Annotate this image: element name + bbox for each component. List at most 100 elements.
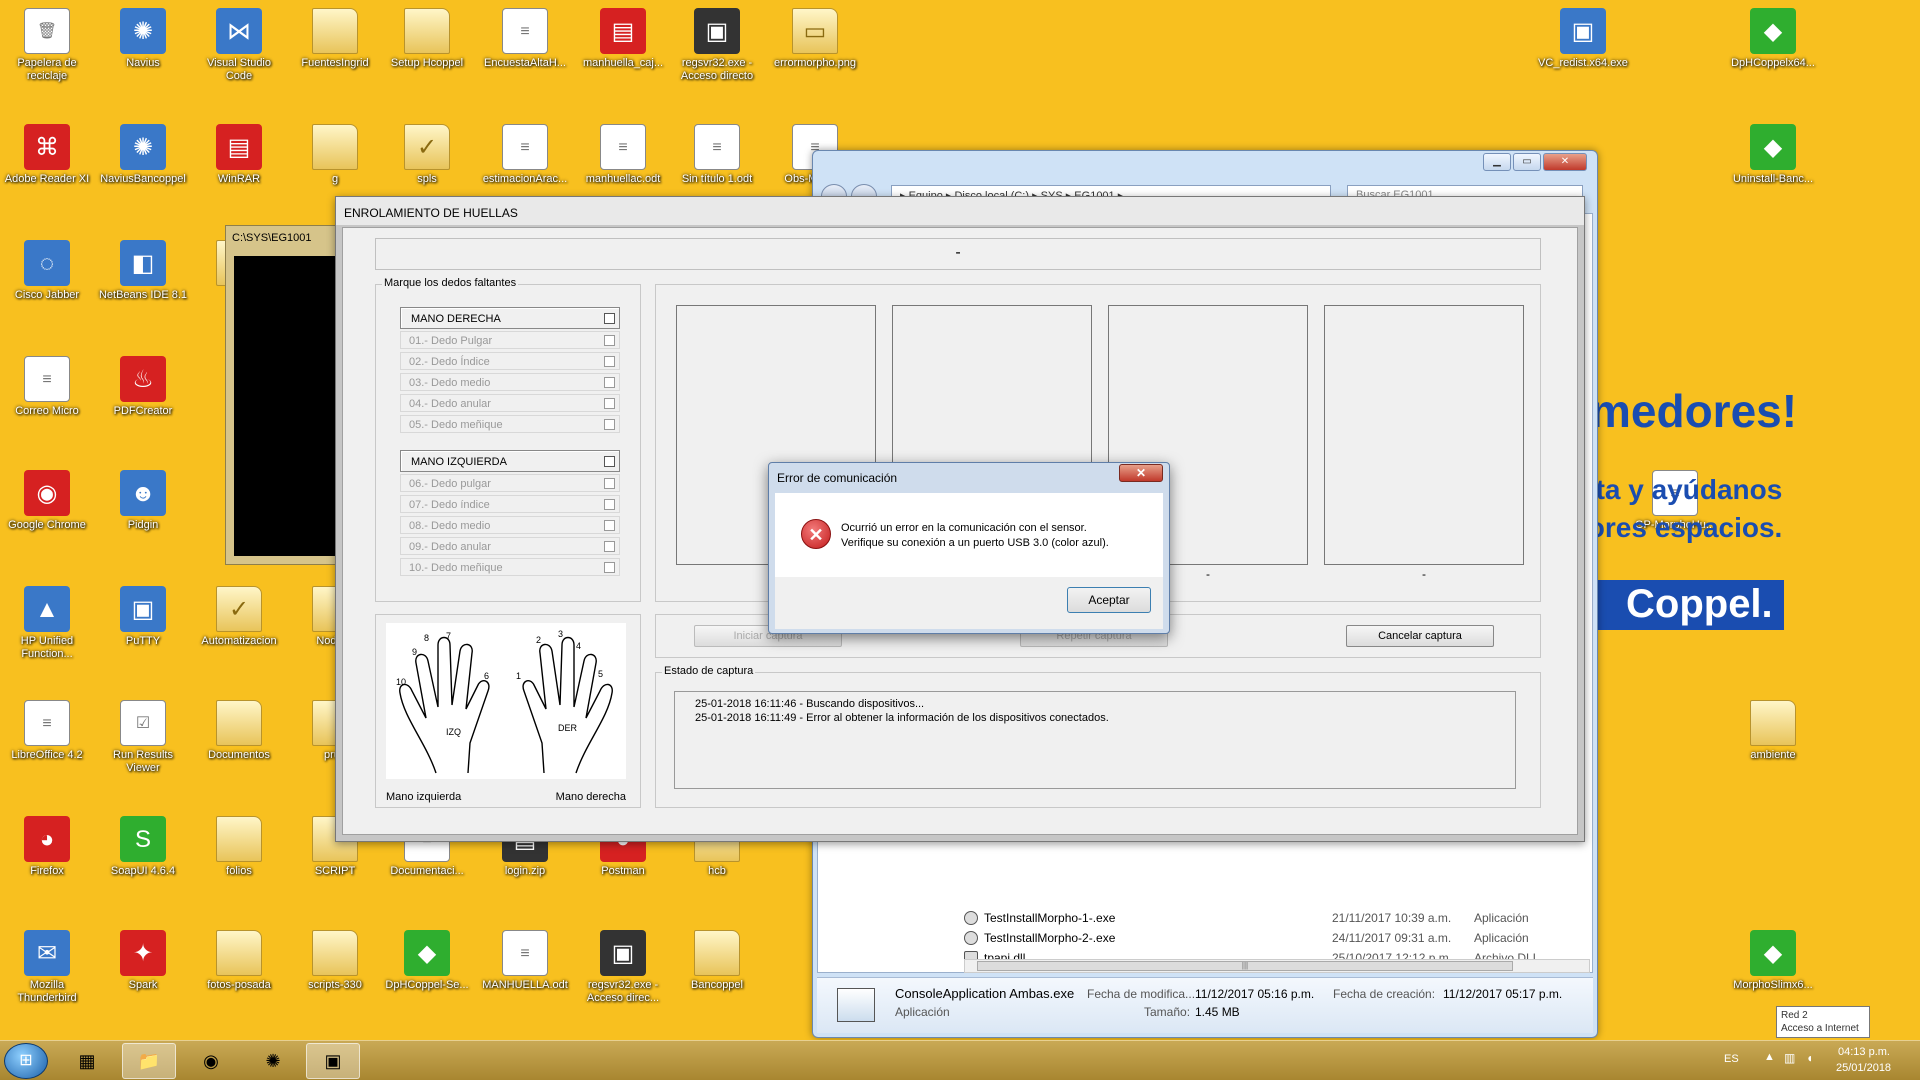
finger-checkbox[interactable]: 03.- Dedo medio [400,373,620,391]
desktop-icon[interactable]: ✓ Automatizacion [194,582,284,648]
desktop-icon[interactable]: ▣ PuTTY [98,582,188,648]
desktop-icon[interactable]: ☻ Pidgin [98,466,188,532]
details-pane: ConsoleApplication Ambas.exe Aplicación … [817,977,1593,1033]
checkbox[interactable] [604,377,615,388]
checkbox[interactable] [604,562,615,573]
finger-checkbox[interactable]: 05.- Dedo meñique [400,415,620,433]
desktop-icon[interactable]: ≡ EncuestaAltaH... [480,4,570,70]
desktop-icon[interactable]: FuentesIngrid [290,4,380,70]
taskbar-enrolment-icon[interactable]: ▣ [306,1043,360,1079]
desktop-icon[interactable]: ▲ HP Unified Function... [2,582,92,661]
language-indicator[interactable]: ES [1724,1053,1739,1065]
cancel-capture-button[interactable]: Cancelar captura [1346,625,1494,647]
horizontal-scrollbar[interactable]: ||| [964,959,1590,973]
checkbox[interactable] [604,456,615,467]
finger-checkbox[interactable]: 02.- Dedo Índice [400,352,620,370]
desktop-icon[interactable]: ✺ NaviusBancoppel [98,120,188,186]
clock-date[interactable]: 25/01/2018 [1836,1062,1891,1074]
right-hand-label: MANO DERECHA [411,313,501,325]
scrollbar-thumb[interactable]: ||| [977,961,1513,971]
file-row[interactable]: TestInstallMorpho-2-.exe 24/11/2017 09:3… [964,928,1584,948]
desktop-icon[interactable]: ▤ manhuella_caj... [578,4,668,70]
desktop-icon[interactable]: ≡ MANHUELLA.odt [480,926,570,992]
dialog-close-button[interactable]: ✕ [1119,464,1163,482]
file-row[interactable]: TestInstallMorpho-1-.exe 21/11/2017 10:3… [964,908,1584,928]
desktop-icon[interactable]: ◆ DpHCoppel-Se... [382,926,472,992]
desktop-icon[interactable]: ◉ Google Chrome [2,466,92,532]
desktop-icon[interactable]: folios [194,812,284,878]
desktop-icon[interactable]: ≡ estimacionArac... [480,120,570,186]
taskbar-explorer-icon[interactable]: 📁 [122,1043,176,1079]
desktop-icon[interactable]: g [290,120,380,186]
finger-checkbox[interactable]: 04.- Dedo anular [400,394,620,412]
desktop-icon[interactable]: ✉ Mozilla Thunderbird [2,926,92,1005]
desktop-icon[interactable]: ◧ NetBeans IDE 8.1 [98,236,188,302]
desktop-icon[interactable]: ≡ LibreOffice 4.2 [2,696,92,762]
maximize-button[interactable]: ▭ [1513,153,1541,171]
desktop-icon[interactable]: ✓ spls [382,120,472,186]
finger-checkbox[interactable]: 09.- Dedo anular [400,537,620,555]
ok-button[interactable]: Aceptar [1067,587,1151,613]
desktop-icon[interactable]: ☑ Run Results Viewer [98,696,188,775]
desktop-icon[interactable]: ▣ regsvr32.exe - Acceso direc... [578,926,668,1005]
console-window[interactable]: C:\SYS\EG1001 [225,225,345,565]
desktop-icon[interactable]: S SoapUI 4.6.4 [98,812,188,878]
finger-checkbox[interactable]: 06.- Dedo pulgar [400,474,620,492]
finger-checkbox[interactable]: 10.- Dedo meñique [400,558,620,576]
desktop-icon[interactable]: ≡ manhuellac.odt [578,120,668,186]
details-type: Aplicación [895,1005,950,1019]
checkbox[interactable] [604,313,615,324]
desktop-icon[interactable]: Documentos [194,696,284,762]
desktop-icon[interactable]: ▭ errormorpho.png [770,4,860,70]
checkbox[interactable] [604,356,615,367]
desktop-icon[interactable]: ✺ Navius [98,4,188,70]
capture-log[interactable]: 25-01-2018 16:11:46 - Buscando dispositi… [674,691,1516,789]
desktop-icon[interactable]: ◆ DpHCoppelx64... [1728,4,1818,70]
taskbar-navius-icon[interactable]: ✺ [246,1043,300,1079]
clock-time[interactable]: 04:13 p.m. [1838,1046,1890,1058]
start-button[interactable]: ⊞ [4,1043,48,1079]
checkbox[interactable] [604,478,615,489]
taskbar-app-switcher-icon[interactable]: ▦ [60,1043,114,1079]
checkbox[interactable] [604,335,615,346]
desktop-icon[interactable]: ▣ regsvr32.exe - Acceso directo [672,4,762,83]
desktop-icon-label: Documentaci... [390,865,464,877]
desktop-icon[interactable]: ▤ WinRAR [194,120,284,186]
finger-label: 06.- Dedo pulgar [409,478,491,490]
desktop-icon[interactable]: ⌘ Adobe Reader XI [2,120,92,186]
network-icon[interactable]: ▥ [1784,1051,1795,1065]
desktop-icon[interactable]: Setup Hcoppel [382,4,472,70]
finger-checkbox[interactable]: 07.- Dedo índice [400,495,620,513]
desktop-icon[interactable]: ✦ Spark [98,926,188,992]
close-button[interactable]: ✕ [1543,153,1587,171]
desktop-icon[interactable]: ▣ VC_redist.x64.exe [1538,4,1628,70]
desktop-icon[interactable]: Bancoppel [672,926,762,992]
finger-label: 07.- Dedo índice [409,499,490,511]
right-hand-checkbox[interactable]: MANO DERECHA [400,307,620,329]
left-hand-checkbox[interactable]: MANO IZQUIERDA [400,450,620,472]
error-icon: ✕ [801,519,831,549]
desktop-icon[interactable]: ◕ Firefox [2,812,92,878]
taskbar-chrome-icon[interactable]: ◉ [184,1043,238,1079]
desktop-icon[interactable]: scripts-330 [290,926,380,992]
desktop-icon[interactable]: 🗑 Papelera de reciclaje [2,4,92,83]
checkbox[interactable] [604,398,615,409]
desktop-icon[interactable]: ◌ Cisco Jabber [2,236,92,302]
volume-icon[interactable]: ◖ [1806,1051,1813,1065]
checkbox[interactable] [604,520,615,531]
desktop-icon[interactable]: fotos-posada [194,926,284,992]
desktop-icon[interactable]: ≡ Correo Micro [2,352,92,418]
desktop-icon[interactable]: ◆ MorphoSlimx6... [1728,926,1818,992]
desktop-icon[interactable]: ◆ Uninstall-Banc... [1728,120,1818,186]
minimize-button[interactable]: ▁ [1483,153,1511,171]
checkbox[interactable] [604,419,615,430]
finger-checkbox[interactable]: 08.- Dedo medio [400,516,620,534]
desktop-icon[interactable]: ⋈ Visual Studio Code [194,4,284,83]
desktop-icon[interactable]: ♨ PDFCreator [98,352,188,418]
tray-arrow-icon[interactable]: ▲ [1764,1051,1775,1063]
checkbox[interactable] [604,499,615,510]
checkbox[interactable] [604,541,615,552]
desktop-icon[interactable]: ambiente [1728,696,1818,762]
desktop-icon[interactable]: ≡ Sin título 1.odt [672,120,762,186]
finger-checkbox[interactable]: 01.- Dedo Pulgar [400,331,620,349]
